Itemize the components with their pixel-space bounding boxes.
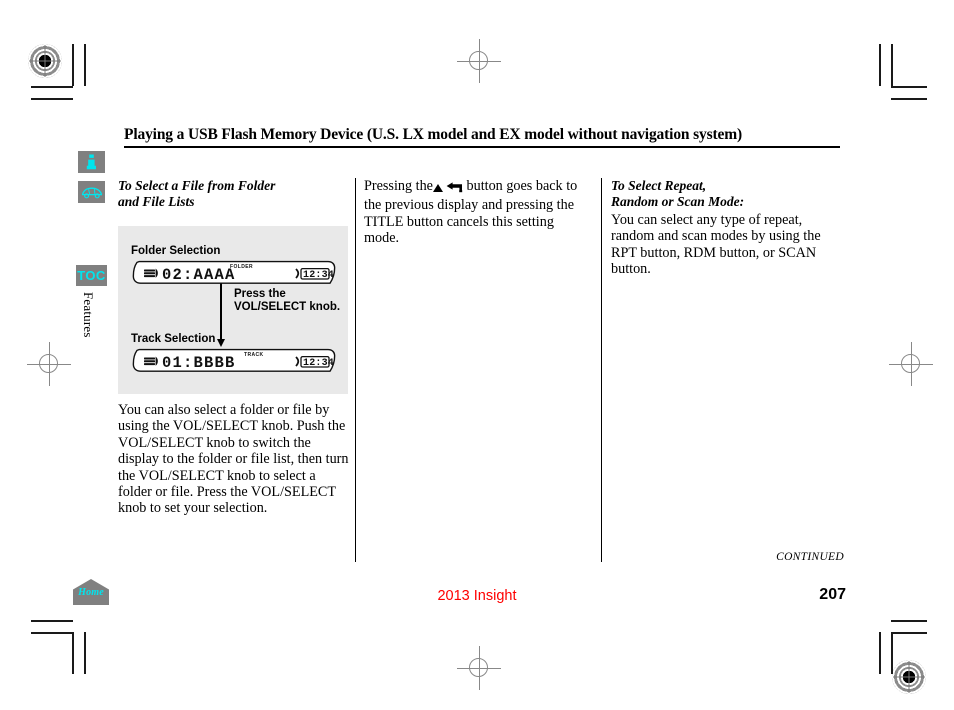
- column-left: To Select a File from Folder and File Li…: [118, 178, 346, 212]
- page-number: 207: [819, 586, 846, 603]
- right-body-text: You can select any type of repeat, rando…: [611, 212, 821, 278]
- crop-mark: [72, 44, 74, 86]
- back-arrow-icon: [446, 181, 463, 197]
- figure-label-track-selection: Track Selection: [131, 333, 216, 345]
- crop-mark: [72, 632, 74, 674]
- crop-mark: [891, 86, 927, 88]
- crop-mark: [891, 632, 927, 634]
- track-display-mode: TRACK: [244, 352, 264, 358]
- sidebar-section-label: Features: [81, 292, 96, 338]
- info-icon[interactable]: [78, 151, 105, 173]
- figure-folder-and-track-selection: Folder Selection Track Selection Press t…: [118, 226, 348, 394]
- crop-mark: [31, 98, 73, 100]
- registration-crosshair-left: [27, 342, 71, 386]
- column-divider-2: [601, 178, 603, 562]
- left-subheading-line1: To Select a File from Folder: [118, 178, 276, 193]
- crop-mark: [31, 620, 73, 622]
- crop-mark: [31, 86, 73, 88]
- sidebar-item-toc[interactable]: TOC: [76, 265, 107, 286]
- left-body-text: You can also select a folder or file by …: [118, 402, 349, 517]
- title-divider: [124, 146, 840, 148]
- crop-mark: [891, 98, 927, 100]
- callout-line1: Press the: [234, 288, 286, 300]
- crop-mark: [84, 44, 86, 86]
- column-middle: Pressing the button goes back to the pre…: [364, 178, 592, 247]
- registration-target-top-left: [28, 44, 62, 78]
- left-subheading: To Select a File from Folder and File Li…: [118, 178, 346, 209]
- figure-callout-press-knob: Press the VOL/SELECT knob.: [234, 288, 340, 314]
- crop-mark: [879, 44, 881, 86]
- crop-mark: [31, 632, 73, 634]
- folder-display-text: 02:AAAA: [162, 266, 236, 284]
- callout-line2: VOL/SELECT knob.: [234, 301, 341, 313]
- right-subheading-line1: To Select Repeat,: [611, 178, 707, 193]
- column-left-body-wrap: You can also select a folder or file by …: [118, 402, 350, 517]
- inline-button-icons: [432, 179, 463, 197]
- crop-mark: [891, 620, 927, 622]
- column-divider-1: [355, 178, 357, 562]
- continued-label: CONTINUED: [776, 551, 844, 563]
- manual-page: Playing a USB Flash Memory Device (U.S. …: [0, 0, 954, 710]
- page-title: Playing a USB Flash Memory Device (U.S. …: [124, 126, 742, 143]
- registration-crosshair-bottom: [457, 646, 501, 690]
- folder-selection-display: 02:AAAA FOLDER 12:34: [132, 260, 336, 285]
- middle-body-text: Pressing the button goes back to the pre…: [364, 178, 592, 247]
- triangle-up-icon: [432, 184, 443, 192]
- left-subheading-line2: and File Lists: [118, 193, 195, 209]
- model-year-label: 2013 Insight: [437, 588, 517, 604]
- registration-crosshair-right: [889, 342, 933, 386]
- crop-mark: [891, 44, 893, 86]
- crop-mark: [84, 632, 86, 674]
- middle-body-before: Pressing the: [364, 178, 433, 194]
- vehicle-icon[interactable]: [78, 181, 105, 203]
- track-selection-display: 01:BBBB TRACK 12:34: [132, 348, 336, 373]
- figure-label-folder-selection: Folder Selection: [131, 245, 221, 257]
- registration-crosshair-top: [457, 39, 501, 83]
- track-display-clock: 12:34: [303, 358, 334, 369]
- right-subheading-line2: Random or Scan Mode:: [611, 193, 745, 209]
- crop-mark: [879, 632, 881, 674]
- right-subheading: To Select Repeat, Random or Scan Mode:: [611, 178, 841, 209]
- track-display-text: 01:BBBB: [162, 354, 236, 372]
- registration-target-bottom-right: [892, 660, 926, 694]
- crop-mark: [891, 632, 893, 674]
- folder-display-mode: FOLDER: [230, 264, 253, 270]
- column-right: To Select Repeat, Random or Scan Mode: Y…: [611, 178, 841, 278]
- folder-display-clock: 12:34: [303, 270, 334, 281]
